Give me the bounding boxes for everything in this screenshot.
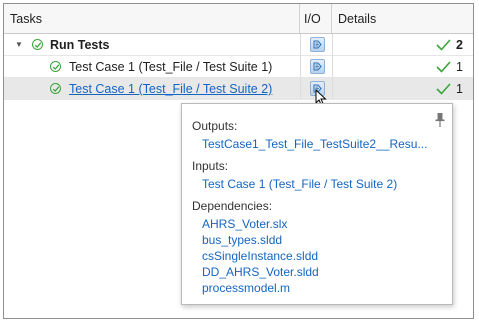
task-label: Test Case 1 (Test_File / Test Suite 1) xyxy=(69,60,273,74)
column-divider xyxy=(300,78,301,99)
output-file-link[interactable]: TestCase1_Test_File_TestSuite2__Resu... xyxy=(202,137,427,151)
dependencies-heading: Dependencies: xyxy=(192,199,273,213)
pass-circle-check-icon xyxy=(32,39,43,50)
column-divider xyxy=(332,34,333,55)
table-header: Tasks I/O Details xyxy=(4,4,473,34)
pass-count: 1 xyxy=(456,60,463,74)
green-check-icon xyxy=(436,39,451,51)
dependency-link[interactable]: DD_AHRS_Voter.sldd xyxy=(202,265,319,279)
detail-pass-count: 2 xyxy=(436,34,463,56)
input-link[interactable]: Test Case 1 (Test_File / Test Suite 2) xyxy=(202,177,397,191)
inputs-heading: Inputs: xyxy=(192,159,229,173)
dependency-link[interactable]: bus_types.sldd xyxy=(202,233,282,247)
task-link[interactable]: Test Case 1 (Test_File / Test Suite 2) xyxy=(69,78,272,100)
pass-count: 2 xyxy=(456,38,463,52)
table-row-test-case-suite-2[interactable]: Test Case 1 (Test_File / Test Suite 2) 1 xyxy=(4,78,473,100)
detail-pass-count: 1 xyxy=(436,56,463,78)
dependency-link[interactable]: AHRS_Voter.slx xyxy=(202,217,287,231)
pin-icon[interactable] xyxy=(434,112,446,128)
tasks-column-header[interactable]: Tasks xyxy=(4,4,300,33)
pass-circle-check-icon xyxy=(50,83,61,94)
io-details-popup: Outputs: TestCase1_Test_File_TestSuite2_… xyxy=(181,103,453,305)
column-divider xyxy=(300,56,301,77)
column-divider xyxy=(332,56,333,77)
table-row-test-case-suite-1[interactable]: Test Case 1 (Test_File / Test Suite 1) 1 xyxy=(4,56,473,78)
task-label: Run Tests xyxy=(50,38,110,52)
dependency-link[interactable]: processmodel.m xyxy=(202,281,290,295)
column-divider xyxy=(332,78,333,99)
io-column-header[interactable]: I/O xyxy=(300,4,332,33)
pass-circle-check-icon xyxy=(50,61,61,72)
details-column-header[interactable]: Details xyxy=(332,4,473,33)
table-row-run-tests[interactable]: ▼ Run Tests 2 xyxy=(4,34,473,56)
green-check-icon xyxy=(436,61,451,73)
green-check-icon xyxy=(436,83,451,95)
detail-pass-count: 1 xyxy=(436,78,463,100)
caret-down-icon[interactable]: ▼ xyxy=(14,40,24,50)
column-divider xyxy=(300,34,301,55)
io-document-icon[interactable] xyxy=(310,37,325,52)
dependency-link[interactable]: csSingleInstance.sldd xyxy=(202,249,318,263)
io-document-icon[interactable] xyxy=(310,59,325,74)
outputs-heading: Outputs: xyxy=(192,119,238,133)
pass-count: 1 xyxy=(456,82,463,96)
